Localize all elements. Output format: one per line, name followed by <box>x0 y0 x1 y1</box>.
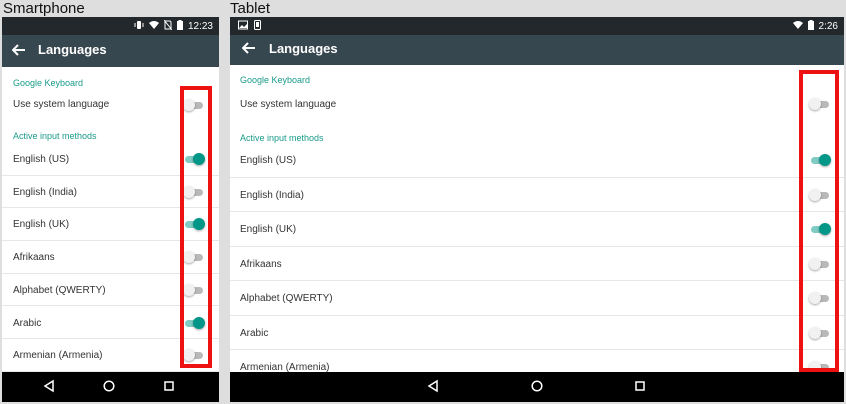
language-row[interactable]: Alphabet (QWERTY) <box>230 281 844 316</box>
language-label: English (UK) <box>13 219 70 231</box>
language-row[interactable]: Arabic <box>230 316 844 350</box>
nav-back-icon[interactable] <box>42 379 58 395</box>
page-title: Languages <box>38 42 107 57</box>
language-row[interactable]: Armenian (Armenia) <box>230 350 844 372</box>
language-label: Arabic <box>13 317 42 329</box>
language-label: English (India) <box>240 189 304 201</box>
back-arrow-icon[interactable] <box>11 43 28 59</box>
nav-back-icon[interactable] <box>426 379 442 395</box>
phone-notification-icon <box>254 20 261 33</box>
page-title: Languages <box>269 41 338 56</box>
status-time: 12:23 <box>187 20 213 32</box>
language-row[interactable]: English (India) <box>230 178 844 212</box>
back-arrow-icon[interactable] <box>241 41 258 57</box>
section-header-google-keyboard: Google Keyboard <box>13 78 84 88</box>
navigation-bar <box>230 372 844 402</box>
language-label: English (UK) <box>240 224 297 235</box>
app-toolbar: Languages <box>230 35 844 63</box>
image-notification-icon <box>238 20 248 33</box>
language-label: Arabic <box>240 327 269 339</box>
language-label: Armenian (Armenia) <box>240 362 330 372</box>
settings-list: Google Keyboard Use system language Acti… <box>230 65 844 372</box>
language-label: English (US) <box>240 155 297 166</box>
status-bar: 12:23 <box>2 17 219 35</box>
panel-label-smartphone: Smartphone <box>3 0 85 17</box>
nav-recent-apps-icon[interactable] <box>633 379 649 395</box>
setting-label: Use system language <box>240 99 337 110</box>
setting-label: Use system language <box>13 99 110 110</box>
section-header-active-input-methods: Active input methods <box>240 133 324 143</box>
section-header-google-keyboard: Google Keyboard <box>240 75 311 85</box>
language-row[interactable]: Afrikaans <box>230 247 844 281</box>
battery-icon <box>176 20 183 33</box>
toggle-column-highlight <box>799 70 839 372</box>
language-row[interactable]: English (US) <box>230 143 844 178</box>
status-time: 2:26 <box>818 20 838 32</box>
setting-row-use-system-language[interactable]: Use system language <box>230 89 844 117</box>
language-label: Alphabet (QWERTY) <box>13 284 106 296</box>
language-label: Afrikaans <box>240 258 282 270</box>
language-label: Armenian (Armenia) <box>13 350 103 362</box>
language-label: English (India) <box>13 186 77 198</box>
language-label: Alphabet (QWERTY) <box>240 293 333 304</box>
panel-label-tablet: Tablet <box>230 0 271 17</box>
smartphone-panel: Smartphone 12:23 Languages Google Keyboa… <box>0 0 221 404</box>
wifi-icon <box>792 20 803 33</box>
nav-home-icon[interactable] <box>102 379 118 395</box>
tablet-panel: Tablet 2:26 Languages Google Keyboard Us… <box>227 0 846 404</box>
navigation-bar <box>2 372 219 402</box>
status-bar: 2:26 <box>230 17 844 35</box>
nav-home-icon[interactable] <box>530 379 546 395</box>
nav-recent-apps-icon[interactable] <box>162 379 178 395</box>
language-label: Afrikaans <box>13 252 55 264</box>
app-toolbar: Languages <box>2 35 219 67</box>
toggle-column-highlight <box>180 86 212 368</box>
no-sim-icon <box>163 19 173 33</box>
tablet-screen: 2:26 Languages Google Keyboard Use syste… <box>230 17 844 402</box>
language-row[interactable]: English (UK) <box>230 212 844 247</box>
section-header-active-input-methods: Active input methods <box>13 131 97 141</box>
wifi-icon <box>148 20 159 33</box>
language-label: English (US) <box>13 154 70 165</box>
vibrate-icon <box>134 20 144 33</box>
battery-icon <box>807 20 814 33</box>
